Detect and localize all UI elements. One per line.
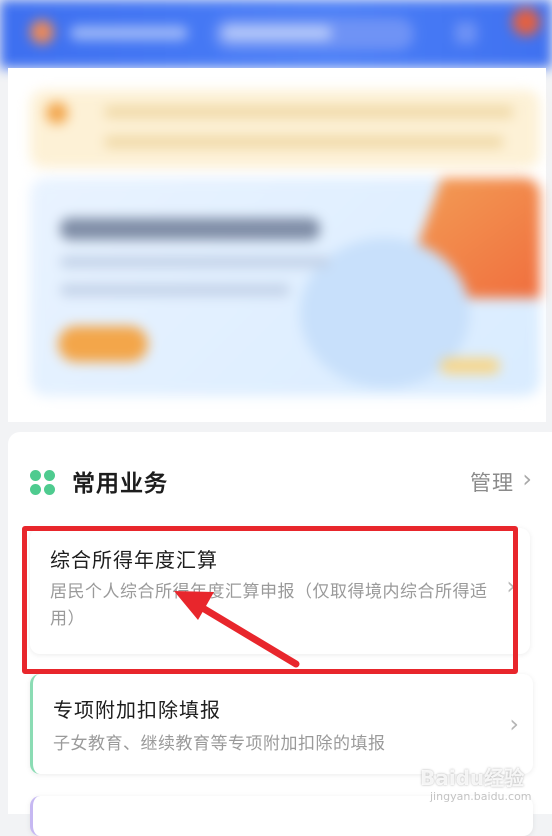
- banner-subtext-blurred: [60, 256, 330, 268]
- service-description: 子女教育、继续教育等专项附加扣除的填报: [53, 734, 386, 754]
- section-title: 常用业务: [72, 471, 168, 497]
- chevron-right-icon: ›: [509, 710, 519, 738]
- chevron-right-icon[interactable]: ›: [522, 465, 532, 493]
- banner-button[interactable]: [58, 326, 148, 362]
- banner-heading-blurred: [60, 218, 320, 240]
- notice-line-blurred: [104, 136, 504, 148]
- promo-banner[interactable]: [30, 178, 540, 396]
- apps-grid-icon: [30, 470, 56, 496]
- notice-line-blurred: [104, 106, 514, 118]
- section-header: 常用业务 管理 ›: [8, 432, 552, 512]
- chevron-right-icon: ›: [506, 572, 516, 600]
- manage-link[interactable]: 管理: [470, 467, 514, 497]
- app-title-blurred: [70, 26, 188, 40]
- notice-icon: [46, 102, 68, 124]
- notification-icon[interactable]: [512, 8, 540, 36]
- baidu-watermark-logo: Baidu经验: [420, 766, 525, 790]
- baidu-watermark-url: jingyan.baidu.com: [430, 790, 532, 803]
- service-title: 综合所得年度汇算: [50, 548, 218, 572]
- header-search-text-blurred: [222, 26, 332, 40]
- app-header: [0, 0, 552, 68]
- service-card-annual-settlement[interactable]: 综合所得年度汇算 居民个人综合所得年度汇算申报（仅取得境内综合所得适用） ›: [30, 528, 530, 654]
- service-description: 居民个人综合所得年度汇算申报（仅取得境内综合所得适用）: [50, 582, 488, 629]
- app-logo-icon: [30, 20, 54, 44]
- banner-tag: [440, 358, 500, 374]
- service-card-special-deduction[interactable]: 专项附加扣除填报 子女教育、继续教育等专项附加扣除的填报 ›: [30, 674, 533, 774]
- notice-bar[interactable]: [30, 90, 540, 168]
- header-action-icon[interactable]: [455, 22, 477, 44]
- service-title: 专项附加扣除填报: [53, 698, 221, 722]
- banner-subtext-blurred: [60, 284, 290, 296]
- top-card: [8, 68, 546, 422]
- common-services-section: 常用业务 管理 › 综合所得年度汇算 居民个人综合所得年度汇算申报（仅取得境内综…: [8, 432, 552, 836]
